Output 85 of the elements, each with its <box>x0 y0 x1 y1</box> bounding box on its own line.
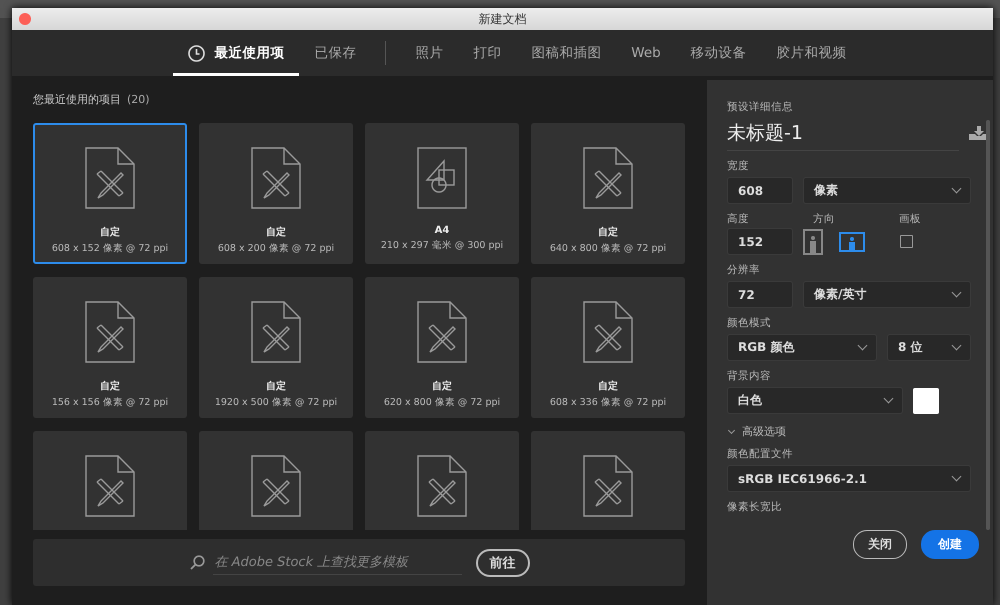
preset-card[interactable]: 自定 608 x 200 像素 @ 72 ppi <box>199 123 353 264</box>
artboard-checkbox[interactable] <box>900 235 913 248</box>
preset-size: 1920 x 500 像素 @ 72 ppi <box>214 396 338 409</box>
window-title: 新建文档 <box>478 10 526 28</box>
document-ruler-pencil-icon <box>583 455 633 517</box>
document-ruler-pencil-icon <box>251 147 301 209</box>
preset-card[interactable]: A4 210 x 297 毫米 @ 300 ppi <box>365 123 519 264</box>
close-button[interactable] <box>19 13 31 25</box>
background-dropdown[interactable]: 白色 <box>727 387 903 414</box>
field-label: 背景内容 <box>727 369 772 383</box>
close-dialog-button[interactable]: 关闭 <box>853 530 907 559</box>
preset-size: 156 x 156 像素 @ 72 ppi <box>52 396 168 409</box>
preset-name: 自定 <box>100 379 120 393</box>
tab[interactable]: 已保存 <box>299 30 372 76</box>
tab[interactable]: 胶片和视频 <box>762 30 862 76</box>
item-count: (20) <box>127 93 150 106</box>
preset-name: A4 <box>434 225 450 236</box>
document-ruler-pencil-icon <box>417 301 467 363</box>
preset-card[interactable] <box>199 431 353 530</box>
preset-size: 640 x 800 像素 @ 72 ppi <box>550 242 666 255</box>
preset-size: 620 x 800 像素 @ 72 ppi <box>384 396 500 409</box>
height-field[interactable]: 152 <box>727 228 793 255</box>
preset-card[interactable]: 自定 608 x 152 像素 @ 72 ppi <box>33 123 187 264</box>
panel-heading: 预设详细信息 <box>727 100 794 114</box>
preset-name: 自定 <box>598 225 618 239</box>
portrait-button[interactable] <box>803 228 823 254</box>
clock-icon <box>188 44 206 62</box>
preset-card[interactable] <box>365 431 519 530</box>
tab[interactable]: Web <box>616 30 676 76</box>
search-field[interactable]: 在 Adobe Stock 上查找更多模板 <box>212 550 462 574</box>
scrollbar[interactable] <box>986 120 990 530</box>
document-ruler-pencil-icon <box>251 301 301 363</box>
preset-size: 210 x 297 毫米 @ 300 ppi <box>380 239 504 252</box>
color-swatch[interactable] <box>913 388 939 414</box>
color-mode-dropdown[interactable]: RGB 颜色 <box>727 334 877 361</box>
document-shapes-icon <box>417 147 467 209</box>
section-title: 您最近使用的项目 <box>33 92 121 107</box>
bit-depth-dropdown[interactable]: 8 位 <box>887 334 971 361</box>
document-ruler-pencil-icon <box>85 147 135 209</box>
preset-card[interactable]: 自定 608 x 336 像素 @ 72 ppi <box>531 277 685 418</box>
search-icon <box>188 554 204 570</box>
field-label: 颜色配置文件 <box>727 447 794 461</box>
document-ruler-pencil-icon <box>583 301 633 363</box>
create-button[interactable]: 创建 <box>921 530 979 559</box>
resolution-unit-dropdown[interactable]: 像素/英寸 <box>803 281 971 308</box>
width-field[interactable]: 608 <box>727 177 793 204</box>
tab[interactable]: 移动设备 <box>676 30 762 76</box>
save-preset-icon[interactable] <box>969 126 989 140</box>
preset-card[interactable] <box>531 431 685 530</box>
field-label: 方向 <box>813 212 836 226</box>
tab[interactable]: 打印 <box>458 30 516 76</box>
document-ruler-pencil-icon <box>417 455 467 517</box>
preset-card[interactable]: 自定 620 x 800 像素 @ 72 ppi <box>365 277 519 418</box>
document-ruler-pencil-icon <box>85 455 135 517</box>
go-button[interactable]: 前往 <box>476 548 530 576</box>
document-name-field[interactable]: 未标题-1 <box>727 120 803 146</box>
preset-card[interactable]: 自定 156 x 156 像素 @ 72 ppi <box>33 277 187 418</box>
resolution-field[interactable]: 72 <box>727 281 793 308</box>
landscape-button[interactable] <box>839 232 865 252</box>
tab[interactable]: 最近使用项 <box>173 30 300 76</box>
preset-name: 自定 <box>266 225 286 239</box>
preset-card[interactable]: 自定 640 x 800 像素 @ 72 ppi <box>531 123 685 264</box>
tab[interactable]: 图稿和插图 <box>516 30 616 76</box>
field-label: 像素长宽比 <box>727 500 783 514</box>
preset-size: 608 x 336 像素 @ 72 ppi <box>550 396 666 409</box>
field-label: 宽度 <box>727 159 750 173</box>
preset-size: 608 x 200 像素 @ 72 ppi <box>218 242 334 255</box>
preset-size: 608 x 152 像素 @ 72 ppi <box>52 242 168 255</box>
document-ruler-pencil-icon <box>251 455 301 517</box>
field-label: 画板 <box>899 212 921 226</box>
preset-name: 自定 <box>432 379 452 393</box>
field-label: 分辨率 <box>727 263 761 277</box>
document-ruler-pencil-icon <box>85 301 135 363</box>
preset-name: 自定 <box>100 225 120 239</box>
advanced-toggle[interactable]: 高级选项 <box>727 424 979 439</box>
document-ruler-pencil-icon <box>583 147 633 209</box>
unit-dropdown[interactable]: 像素 <box>803 177 971 204</box>
preset-card[interactable] <box>33 431 187 530</box>
preset-card[interactable]: 自定 1920 x 500 像素 @ 72 ppi <box>199 277 353 418</box>
preset-name: 自定 <box>266 379 286 393</box>
field-label: 颜色模式 <box>727 316 772 330</box>
field-label: 高度 <box>727 212 750 226</box>
tab[interactable]: 照片 <box>400 30 458 76</box>
color-profile-dropdown[interactable]: sRGB IEC61966-2.1 <box>727 465 971 492</box>
preset-name: 自定 <box>598 379 618 393</box>
